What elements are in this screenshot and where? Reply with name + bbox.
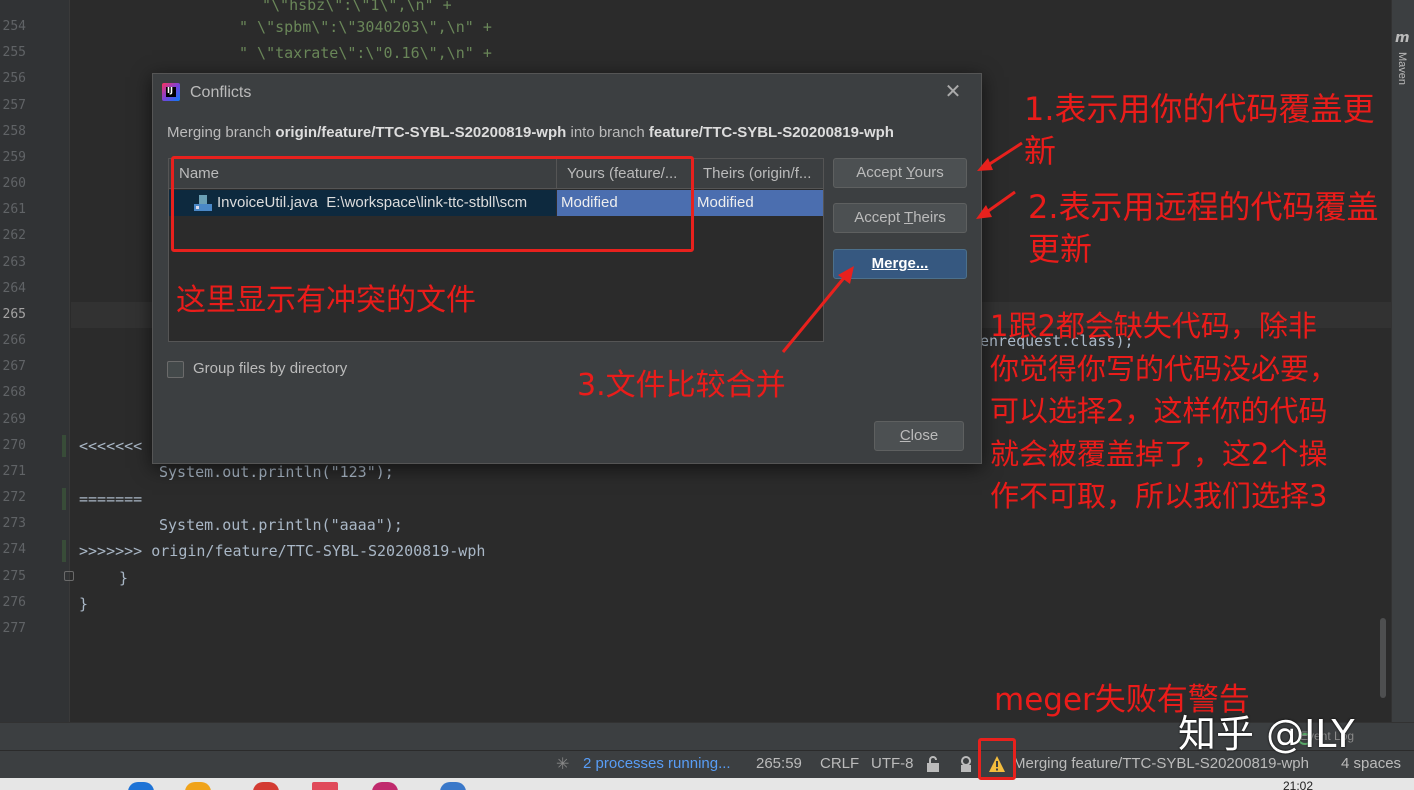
right-tool-strip bbox=[1391, 0, 1414, 722]
line-number: 257 bbox=[2, 97, 26, 113]
line-number: 276 bbox=[2, 594, 26, 610]
editor-scrollbar-thumb[interactable] bbox=[1380, 618, 1386, 698]
maven-icon[interactable]: m bbox=[1395, 30, 1410, 46]
line-number: 274 bbox=[2, 542, 26, 558]
taskbar-app-icon[interactable] bbox=[372, 782, 398, 790]
dialog-title: Conflicts bbox=[190, 84, 252, 101]
line-number: 270 bbox=[2, 437, 26, 453]
annotation-explanation: 1跟2都会缺失代码，除非 你觉得你写的代码没必要， 可以选择2，这样你的代码 就… bbox=[990, 309, 1339, 513]
group-by-directory-label[interactable]: Group files by directory bbox=[193, 360, 347, 377]
annotation-conflict-files: 这里显示有冲突的文件 bbox=[176, 283, 476, 318]
line-number: 258 bbox=[2, 123, 26, 139]
lock-icon[interactable] bbox=[926, 756, 940, 772]
os-taskbar bbox=[0, 778, 1414, 790]
merge-button[interactable]: Merge... bbox=[833, 249, 967, 279]
maven-tool-button[interactable]: Maven bbox=[1396, 52, 1408, 85]
background-processes-link[interactable]: 2 processes running... bbox=[583, 755, 731, 772]
annotation-accept-theirs: 2.表示用远程的代码覆盖 更新 bbox=[1028, 188, 1379, 268]
accept-theirs-button[interactable]: Accept Theirs bbox=[833, 203, 967, 233]
annotation-files-box bbox=[171, 156, 694, 252]
caret-position[interactable]: 265:59 bbox=[756, 755, 802, 772]
line-number: 271 bbox=[2, 463, 26, 479]
code-line-254: " \"spbm\":\"3040203\",\n" + bbox=[239, 18, 492, 36]
conflict-marker-start: <<<<<<< bbox=[79, 437, 143, 455]
line-number: 256 bbox=[2, 71, 26, 87]
close-button[interactable]: Close bbox=[874, 421, 964, 451]
conflict-marker-end: >>>>>>> origin/feature/TTC-SYBL-S2020081… bbox=[79, 542, 486, 560]
code-line-273: System.out.println("aaaa"); bbox=[159, 516, 403, 534]
taskbar-clock: 21:02 bbox=[1283, 779, 1314, 790]
code-line-255: " \"taxrate\":\"0.16\",\n" + bbox=[239, 44, 492, 62]
code-line-276: } bbox=[79, 595, 89, 613]
line-number: 265 bbox=[2, 306, 26, 322]
line-number: 264 bbox=[2, 280, 26, 296]
line-number: 269 bbox=[2, 411, 26, 427]
line-number: 266 bbox=[2, 333, 26, 349]
accept-yours-button[interactable]: Accept Yours bbox=[833, 158, 967, 188]
vcs-change-marker[interactable] bbox=[62, 540, 66, 562]
taskbar-app-icon[interactable] bbox=[440, 782, 466, 790]
conflict-marker-separator: ======= bbox=[79, 490, 143, 508]
taskbar-app-icon[interactable] bbox=[312, 782, 338, 790]
taskbar-app-icon[interactable] bbox=[253, 782, 279, 790]
taskbar-app-icon[interactable] bbox=[128, 782, 154, 790]
annotation-warning-box bbox=[978, 738, 1016, 780]
fold-marker-icon[interactable] bbox=[64, 571, 74, 581]
line-number: 273 bbox=[2, 516, 26, 532]
line-separator[interactable]: CRLF bbox=[820, 755, 859, 772]
zhihu-watermark: 知乎 @ILY bbox=[1178, 712, 1355, 756]
vcs-change-marker[interactable] bbox=[62, 435, 66, 457]
line-number: 259 bbox=[2, 149, 26, 165]
vcs-change-marker[interactable] bbox=[62, 488, 66, 510]
line-number: 275 bbox=[2, 568, 26, 584]
code-line-275: } bbox=[119, 569, 129, 587]
theirs-status-cell[interactable]: Modified bbox=[693, 190, 823, 216]
line-number: 272 bbox=[2, 490, 26, 506]
conflicts-dialog: IJ Conflicts ✕ Merging branch origin/fea… bbox=[152, 73, 982, 464]
line-number: 268 bbox=[2, 385, 26, 401]
file-encoding[interactable]: UTF-8 bbox=[871, 755, 914, 772]
taskbar-app-icon[interactable] bbox=[185, 782, 211, 790]
line-number: 260 bbox=[2, 176, 26, 192]
annotation-accept-yours: 1.表示用你的代码覆盖更 新 bbox=[1024, 90, 1375, 170]
line-number: 255 bbox=[2, 45, 26, 61]
merge-message: Merging branch origin/feature/TTC-SYBL-S… bbox=[167, 124, 894, 141]
annotation-merge: 3.文件比较合并 bbox=[577, 368, 786, 403]
line-number-gutter: 254 255 256 257 258 259 260 261 262 263 264 265 266 2… bbox=[0, 0, 70, 722]
group-by-directory-checkbox[interactable] bbox=[167, 361, 184, 378]
column-header-theirs[interactable]: Theirs (origin/f... bbox=[693, 159, 823, 189]
inspector-icon[interactable] bbox=[958, 755, 974, 773]
line-number: 267 bbox=[2, 359, 26, 375]
line-number: 261 bbox=[2, 202, 26, 218]
line-number: 277 bbox=[2, 620, 26, 636]
close-icon[interactable]: ✕ bbox=[943, 82, 963, 102]
line-number: 254 bbox=[2, 19, 26, 34]
intellij-app-icon: IJ bbox=[162, 83, 180, 101]
line-number: 262 bbox=[2, 228, 26, 244]
dialog-titlebar[interactable]: IJ Conflicts ✕ bbox=[153, 74, 981, 112]
line-number: 263 bbox=[2, 254, 26, 270]
spinner-icon: ✳ bbox=[556, 754, 570, 773]
